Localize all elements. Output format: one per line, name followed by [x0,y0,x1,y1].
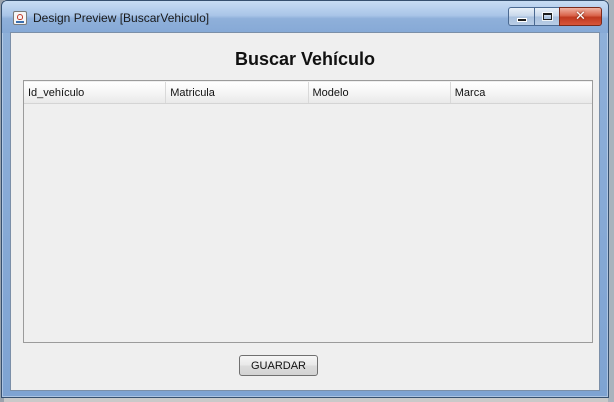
close-button[interactable]: ✕ [559,7,602,26]
column-header-id-vehiculo[interactable]: Id_vehículo [24,82,167,103]
column-header-modelo[interactable]: Modelo [309,82,451,103]
minimize-button[interactable] [508,7,534,26]
save-button[interactable]: GUARDAR [239,355,318,376]
app-window: Design Preview [BuscarVehiculo] ✕ Buscar… [1,0,609,398]
close-icon: ✕ [575,9,586,24]
table-header: Id_vehículo Matricula Modelo Marca [24,82,592,104]
vehicle-table[interactable]: Id_vehículo Matricula Modelo Marca [23,80,593,343]
minimize-icon [516,17,527,22]
window-controls: ✕ [508,7,602,27]
title-bar[interactable]: Design Preview [BuscarVehiculo] ✕ [2,1,608,33]
column-header-matricula[interactable]: Matricula [166,82,309,103]
window-title: Design Preview [BuscarVehiculo] [33,11,210,25]
maximize-icon [541,12,553,21]
form-content: Buscar Vehículo Id_vehículo Matricula Mo… [10,32,600,391]
column-header-marca[interactable]: Marca [451,82,592,103]
page-title: Buscar Vehículo [234,49,376,69]
maximize-button[interactable] [534,7,559,26]
java-icon[interactable] [13,11,27,25]
